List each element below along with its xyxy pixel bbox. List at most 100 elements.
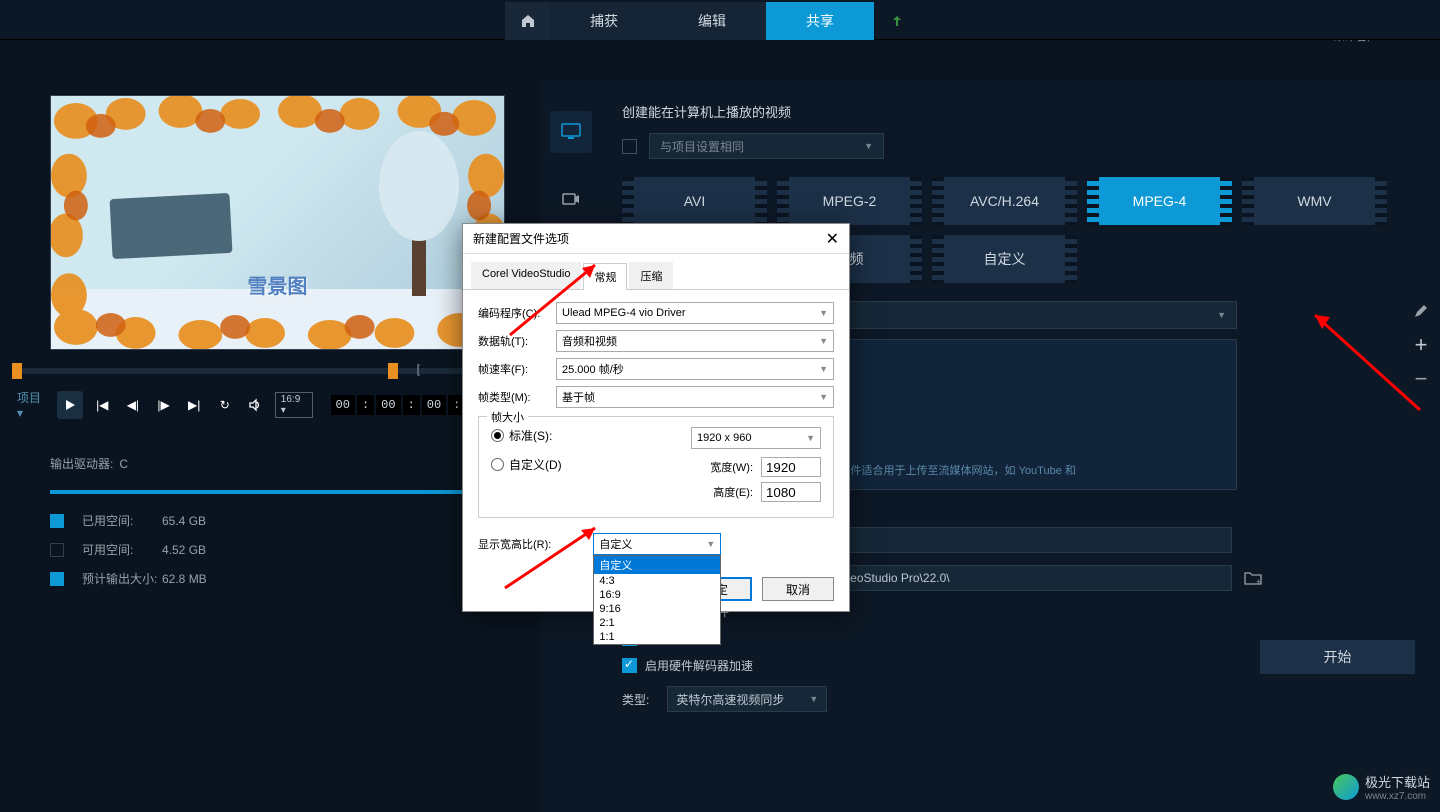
- format-mpeg2[interactable]: MPEG-2: [777, 177, 922, 225]
- trim-end-handle[interactable]: [388, 363, 398, 379]
- preview-signboard: [110, 193, 233, 259]
- standard-size-select[interactable]: 1920 x 960▼: [691, 427, 821, 449]
- dialog-title: 新建配置文件选项: [473, 230, 569, 247]
- watermark-name: 极光下载站: [1365, 772, 1430, 791]
- used-value: 65.4 GB: [162, 514, 206, 528]
- dialog-close-button[interactable]: ✕: [826, 229, 839, 249]
- aspect-option[interactable]: 2:1: [594, 616, 720, 630]
- aspect-label: 显示宽高比(R):: [478, 536, 551, 552]
- hw-decode-label: 启用硬件解码器加速: [645, 657, 753, 674]
- prev-frame-button[interactable]: ◀|: [122, 393, 145, 417]
- next-frame-button[interactable]: |▶: [152, 393, 175, 417]
- main-tabbar: 捕获 编辑 共享: [0, 2, 1440, 40]
- go-start-button[interactable]: |◀: [91, 393, 114, 417]
- frametype-select[interactable]: 基于帧▼: [556, 386, 834, 408]
- standard-size-label: 标准(S):: [509, 427, 552, 444]
- output-drive-value: C: [119, 457, 128, 471]
- fps-label: 帧速率(F):: [478, 361, 556, 377]
- loop-button[interactable]: ↻: [213, 393, 236, 417]
- format-wmv[interactable]: WMV: [1242, 177, 1387, 225]
- type-select[interactable]: 英特尔高速视频同步▼: [667, 686, 827, 712]
- frametype-label: 帧类型(M):: [478, 389, 556, 405]
- add-profile-button[interactable]: +: [1410, 334, 1432, 356]
- preview-viewport: 雪景图: [50, 95, 505, 350]
- type-label: 类型:: [622, 691, 649, 708]
- dialog-tab-corel[interactable]: Corel VideoStudio: [471, 262, 581, 289]
- tab-home[interactable]: [505, 2, 550, 40]
- aspect-option[interactable]: 9:16: [594, 602, 720, 616]
- output-computer-tab[interactable]: [550, 111, 592, 153]
- monitor-icon: [560, 121, 582, 143]
- trim-start-handle[interactable]: [12, 363, 22, 379]
- est-value: 62.8 MB: [162, 572, 207, 586]
- section-title: 创建能在计算机上播放的视频: [622, 102, 1420, 121]
- aspect-option[interactable]: 1:1: [594, 630, 720, 644]
- format-custom[interactable]: 自定义: [932, 235, 1077, 283]
- est-label: 预计输出大小:: [82, 570, 162, 587]
- dialog-tabs: Corel VideoStudio 常规 压缩: [463, 254, 849, 290]
- same-as-project-dropdown[interactable]: 与项目设置相同▼: [649, 133, 884, 159]
- preview-tree: [374, 116, 464, 296]
- tab-upload[interactable]: [874, 2, 919, 40]
- mark-in-icon[interactable]: [: [417, 362, 420, 376]
- aspect-badge[interactable]: 16:9 ▾: [275, 392, 313, 418]
- tab-capture[interactable]: 捕获: [550, 2, 658, 40]
- free-label: 可用空间:: [82, 541, 162, 558]
- format-avi[interactable]: AVI: [622, 177, 767, 225]
- width-input[interactable]: [761, 457, 821, 477]
- pencil-icon: [1413, 303, 1429, 319]
- standard-size-radio[interactable]: [491, 429, 504, 442]
- folder-icon: +: [1244, 570, 1262, 586]
- hw-decode-checkbox[interactable]: [622, 658, 637, 673]
- track-label: 数据轨(T):: [478, 333, 556, 349]
- free-value: 4.52 GB: [162, 543, 206, 557]
- encoder-select[interactable]: Ulead MPEG-4 vio Driver▼: [556, 302, 834, 324]
- aspect-select[interactable]: 自定义▼: [593, 533, 721, 555]
- go-end-button[interactable]: ▶|: [183, 393, 206, 417]
- watermark: 极光下载站 www.xz7.com: [1333, 772, 1430, 802]
- used-swatch: [50, 514, 64, 528]
- framesize-legend: 帧大小: [487, 409, 528, 425]
- output-device-tab[interactable]: [550, 178, 592, 220]
- track-select[interactable]: 音频和视频▼: [556, 330, 834, 352]
- remove-profile-button[interactable]: −: [1410, 368, 1432, 390]
- aspect-options-list: 自定义 4:3 16:9 9:16 2:1 1:1: [593, 555, 721, 645]
- upload-icon: [890, 14, 904, 28]
- dialog-tab-general[interactable]: 常规: [583, 263, 627, 290]
- dialog-cancel-button[interactable]: 取消: [762, 577, 834, 601]
- width-label: 宽度(W):: [710, 459, 753, 475]
- aspect-option[interactable]: 4:3: [594, 574, 720, 588]
- disk-info: 输出驱动器: C 已用空间:65.4 GB 可用空间:4.52 GB 预计输出大…: [50, 455, 490, 587]
- custom-size-radio[interactable]: [491, 458, 504, 471]
- output-drive-label: 输出驱动器:: [50, 455, 113, 472]
- format-avc[interactable]: AVC/H.264: [932, 177, 1077, 225]
- project-mode-label[interactable]: 项目 ▾: [17, 389, 49, 420]
- seek-bar[interactable]: [ ]: [12, 368, 528, 374]
- tab-share[interactable]: 共享: [766, 2, 874, 40]
- encoder-label: 编码程序(C):: [478, 305, 556, 321]
- watermark-url: www.xz7.com: [1365, 791, 1430, 802]
- dialog-tab-compress[interactable]: 压缩: [629, 262, 673, 289]
- est-swatch: [50, 572, 64, 586]
- free-swatch: [50, 543, 64, 557]
- home-icon: [520, 13, 536, 29]
- disk-usage-bar: [50, 490, 490, 494]
- aspect-option[interactable]: 16:9: [594, 588, 720, 602]
- play-button[interactable]: [57, 391, 83, 419]
- camcorder-icon: [560, 188, 582, 210]
- same-as-project-checkbox[interactable]: [622, 139, 637, 154]
- volume-button[interactable]: [244, 393, 267, 417]
- timeline: [ ] 项目 ▾ |◀ ◀| |▶ ▶| ↻ 16:9 ▾ 00:00:00:0…: [12, 368, 528, 420]
- format-mpeg4[interactable]: MPEG-4: [1087, 177, 1232, 225]
- fps-select[interactable]: 25.000 帧/秒▼: [556, 358, 834, 380]
- aspect-option[interactable]: 自定义: [594, 556, 720, 574]
- watermark-logo-icon: [1333, 774, 1359, 800]
- preview-caption: 雪景图: [248, 270, 308, 299]
- start-button[interactable]: 开始: [1260, 640, 1415, 674]
- svg-text:+: +: [1256, 577, 1261, 586]
- edit-profile-button[interactable]: [1410, 300, 1432, 322]
- height-input[interactable]: [761, 482, 821, 502]
- new-profile-dialog: 新建配置文件选项 ✕ Corel VideoStudio 常规 压缩 编码程序(…: [462, 223, 850, 612]
- browse-folder-button[interactable]: +: [1240, 565, 1266, 591]
- tab-edit[interactable]: 编辑: [658, 2, 766, 40]
